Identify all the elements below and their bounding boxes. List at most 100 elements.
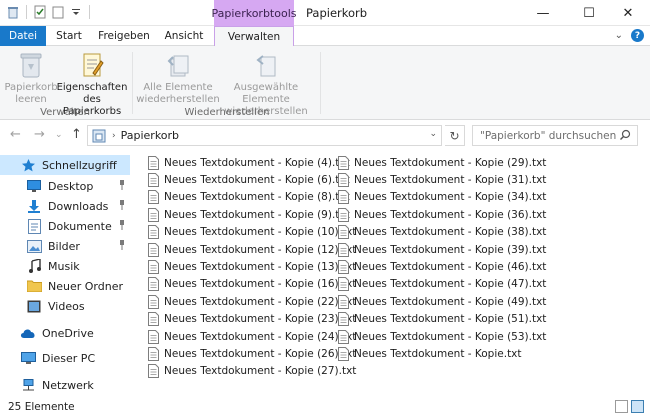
file-name: Neues Textdokument - Kopie (9).txt: [164, 208, 350, 221]
pin-icon[interactable]: [118, 240, 126, 253]
file-item[interactable]: Neues Textdokument - Kopie (4).txt: [148, 154, 350, 171]
folder-icon: [26, 278, 42, 294]
nav-item-desktop[interactable]: Desktop: [0, 176, 130, 196]
file-item[interactable]: Neues Textdokument - Kopie (53).txt: [338, 328, 546, 345]
file-name: Neues Textdokument - Kopie (4).txt: [164, 156, 350, 169]
file-item[interactable]: Neues Textdokument - Kopie (29).txt: [338, 154, 546, 171]
file-item[interactable]: Neues Textdokument - Kopie (34).txt: [338, 189, 546, 206]
file-name: Neues Textdokument - Kopie (6).txt: [164, 173, 350, 186]
address-bar[interactable]: › Papierkorb ⌄: [87, 125, 442, 146]
pin-icon[interactable]: [118, 180, 126, 193]
file-item[interactable]: Neues Textdokument - Kopie (10).txt: [148, 224, 356, 241]
recycle-bin-icon: [15, 50, 47, 80]
ribbon-expand-icon[interactable]: ⌄: [615, 30, 623, 41]
download-icon: [26, 198, 42, 214]
videos-icon: [26, 298, 42, 314]
breadcrumb-location[interactable]: Papierkorb: [121, 129, 179, 142]
file-item[interactable]: Neues Textdokument - Kopie.txt: [338, 345, 522, 362]
nav-item-new-folder[interactable]: Neuer Ordner: [0, 276, 130, 296]
file-item[interactable]: Neues Textdokument - Kopie (6).txt: [148, 171, 350, 188]
help-icon[interactable]: ?: [631, 29, 644, 42]
text-file-icon: [338, 242, 349, 257]
file-item[interactable]: Neues Textdokument - Kopie (27).txt: [148, 363, 356, 380]
nav-item-quick-access[interactable]: Schnellzugriff: [0, 155, 130, 175]
tab-freigeben[interactable]: Freigeben: [94, 26, 154, 46]
close-button[interactable]: ✕: [606, 0, 650, 26]
file-item[interactable]: Neues Textdokument - Kopie (22).txt: [148, 293, 356, 310]
nav-item-documents[interactable]: Dokumente: [0, 216, 130, 236]
file-name: Neues Textdokument - Kopie (23).txt: [164, 313, 357, 326]
search-input[interactable]: "Papierkorb" durchsuchen: [472, 125, 638, 146]
tab-verwalten[interactable]: Verwalten: [214, 26, 294, 47]
details-view-button[interactable]: [615, 400, 628, 413]
qat-separator: [26, 5, 27, 19]
nav-item-network[interactable]: Netzwerk: [0, 375, 130, 395]
breadcrumb-separator[interactable]: ›: [112, 131, 116, 141]
file-name: Neues Textdokument - Kopie (51).txt: [354, 313, 547, 326]
text-file-icon: [338, 225, 349, 240]
file-name: Neues Textdokument - Kopie (16).txt: [164, 278, 357, 291]
file-item[interactable]: Neues Textdokument - Kopie (8).txt: [148, 189, 350, 206]
music-icon: [26, 258, 42, 274]
nav-item-music[interactable]: Musik: [0, 256, 130, 276]
nav-item-onedrive[interactable]: OneDrive: [0, 323, 130, 343]
address-dropdown-icon[interactable]: ⌄: [429, 129, 437, 139]
file-item[interactable]: Neues Textdokument - Kopie (26).txt: [148, 345, 356, 362]
file-item[interactable]: Neues Textdokument - Kopie (36).txt: [338, 206, 546, 223]
pin-icon[interactable]: [118, 220, 126, 233]
desktop-icon: [26, 178, 42, 194]
file-item[interactable]: Neues Textdokument - Kopie (39).txt: [338, 241, 546, 258]
file-item[interactable]: Neues Textdokument - Kopie (12).txt: [148, 241, 356, 258]
new-folder-icon[interactable]: [51, 5, 65, 19]
ribbon-tabs: Datei Start Freigeben Ansicht Verwalten …: [0, 26, 650, 47]
nav-item-videos[interactable]: Videos: [0, 296, 130, 316]
file-item[interactable]: Neues Textdokument - Kopie (24).txt: [148, 328, 356, 345]
nav-label: OneDrive: [42, 326, 94, 340]
qat-customize-icon[interactable]: [69, 5, 83, 19]
restore-all-label: Alle Elemente wiederherstellen: [136, 82, 220, 105]
text-file-icon: [148, 155, 159, 170]
text-file-icon: [338, 190, 349, 205]
file-item[interactable]: Neues Textdokument - Kopie (51).txt: [338, 311, 546, 328]
ribbon: Papierkorb leeren Eigenschaften des Papi…: [0, 46, 650, 120]
file-item[interactable]: Neues Textdokument - Kopie (9).txt: [148, 206, 350, 223]
computer-icon: [20, 350, 36, 366]
nav-label: Netzwerk: [42, 378, 94, 392]
recycle-bin-app-icon[interactable]: [6, 5, 20, 19]
file-item[interactable]: Neues Textdokument - Kopie (49).txt: [338, 293, 546, 310]
nav-item-pictures[interactable]: Bilder: [0, 236, 130, 256]
file-item[interactable]: Neues Textdokument - Kopie (46).txt: [338, 258, 546, 275]
nav-label: Desktop: [48, 179, 94, 193]
file-item[interactable]: Neues Textdokument - Kopie (23).txt: [148, 311, 356, 328]
file-name: Neues Textdokument - Kopie (29).txt: [354, 156, 547, 169]
pin-icon[interactable]: [118, 200, 126, 213]
tab-ansicht[interactable]: Ansicht: [158, 26, 210, 46]
file-name: Neues Textdokument - Kopie (34).txt: [354, 191, 547, 204]
tab-datei[interactable]: Datei: [0, 26, 46, 46]
file-name: Neues Textdokument - Kopie (10).txt: [164, 226, 357, 239]
restore-all-button[interactable]: Alle Elemente wiederherstellen: [136, 50, 220, 106]
nav-label: Dieser PC: [42, 351, 96, 365]
back-button[interactable]: ←: [10, 127, 21, 142]
tab-start[interactable]: Start: [48, 26, 90, 46]
file-item[interactable]: Neues Textdokument - Kopie (47).txt: [338, 276, 546, 293]
up-button[interactable]: ↑: [71, 127, 82, 142]
large-icons-view-button[interactable]: [631, 400, 644, 413]
refresh-button[interactable]: ↻: [445, 125, 465, 146]
text-file-icon: [148, 364, 159, 379]
nav-item-downloads[interactable]: Downloads: [0, 196, 130, 216]
nav-item-this-pc[interactable]: Dieser PC: [0, 348, 130, 368]
text-file-icon: [148, 294, 159, 309]
properties-check-icon[interactable]: [33, 5, 47, 19]
file-name: Neues Textdokument - Kopie (47).txt: [354, 278, 547, 291]
restore-all-icon: [162, 50, 194, 80]
file-item[interactable]: Neues Textdokument - Kopie (31).txt: [338, 171, 546, 188]
minimize-button[interactable]: —: [520, 0, 566, 26]
recycle-bin-location-icon: [92, 129, 106, 143]
file-item[interactable]: Neues Textdokument - Kopie (16).txt: [148, 276, 356, 293]
recent-locations-button[interactable]: ⌄: [55, 130, 63, 140]
file-item[interactable]: Neues Textdokument - Kopie (13).txt: [148, 258, 356, 275]
file-item[interactable]: Neues Textdokument - Kopie (38).txt: [338, 224, 546, 241]
empty-recycle-bin-button[interactable]: Papierkorb leeren: [4, 50, 58, 106]
forward-button[interactable]: →: [34, 127, 45, 142]
